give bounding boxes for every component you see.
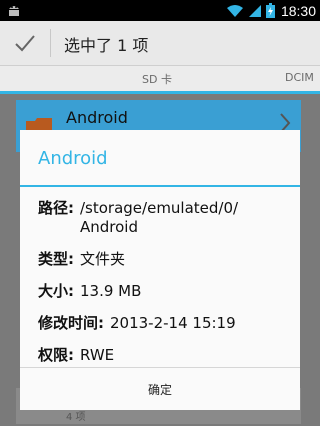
- property-type: 类型: 文件夹: [38, 250, 282, 269]
- property-modified: 修改时间: 2013-2-14 15:19: [38, 314, 282, 333]
- android-debug-icon: [9, 6, 19, 16]
- property-path: 路径: /storage/emulated/0/ Android: [38, 199, 282, 237]
- tab-bar: SD 卡 DCIM: [0, 66, 320, 94]
- list-item-label: Android: [66, 108, 128, 127]
- actionbar-divider: [50, 29, 51, 57]
- property-size: 大小: 13.9 MB: [38, 282, 282, 301]
- signal-icon: [248, 4, 261, 17]
- battery-icon: [265, 3, 275, 18]
- tab-sd-card[interactable]: SD 卡: [142, 71, 172, 87]
- ok-button[interactable]: 确定: [20, 368, 300, 410]
- tab-dcim[interactable]: DCIM: [285, 71, 314, 84]
- property-label: 大小:: [38, 282, 74, 300]
- property-value: 2013-2-14 15:19: [110, 314, 236, 332]
- dialog-title: Android: [38, 148, 108, 169]
- dialog-body: 路径: /storage/emulated/0/ Android 类型: 文件夹…: [20, 187, 300, 365]
- property-label: 权限:: [38, 346, 74, 364]
- property-label: 修改时间:: [38, 314, 104, 332]
- property-value: /storage/emulated/0/ Android: [80, 199, 239, 236]
- property-value: 13.9 MB: [80, 282, 142, 300]
- dialog-footer: 确定: [20, 367, 300, 410]
- clock: 18:30: [280, 2, 316, 19]
- list-item-count: 4 项: [66, 412, 86, 423]
- done-check-icon[interactable]: [14, 33, 36, 53]
- properties-dialog: Android 路径: /storage/emulated/0/ Android…: [20, 130, 300, 410]
- property-value: RWE: [80, 346, 115, 364]
- wifi-icon: [226, 4, 243, 17]
- dialog-header: Android: [20, 130, 300, 187]
- property-permissions: 权限: RWE: [38, 346, 282, 365]
- property-label: 路径:: [38, 199, 74, 217]
- contextual-action-bar: 选中了 1 项: [0, 21, 320, 66]
- property-value: 文件夹: [80, 250, 126, 268]
- property-label: 类型:: [38, 250, 74, 268]
- status-bar: 18:30: [0, 0, 320, 21]
- selection-count-title: 选中了 1 项: [64, 36, 149, 55]
